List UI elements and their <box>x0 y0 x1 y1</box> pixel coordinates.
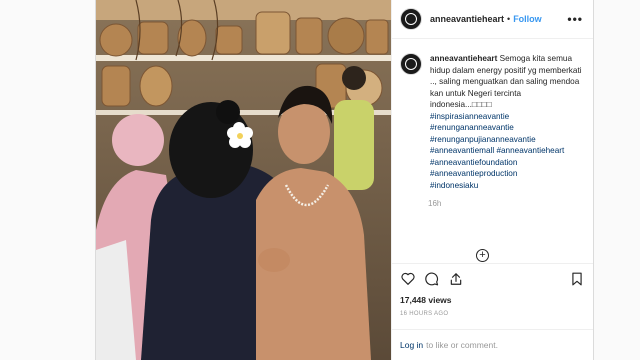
instagram-post: anneavantieheart • Follow ••• anneavanti… <box>95 0 594 360</box>
hashtag-link[interactable]: #anneavantiemall #anneavantieheart <box>430 145 582 157</box>
post-header: anneavantieheart • Follow ••• <box>392 0 593 39</box>
header-username[interactable]: anneavantieheart <box>430 14 504 24</box>
hashtag-link[interactable]: #indonesiaku <box>430 180 582 192</box>
caption-row: anneavantieheart Semoga kita semua hidup… <box>400 53 583 191</box>
bookmark-icon[interactable] <box>569 271 585 287</box>
login-prompt: Log in to like or comment. <box>392 329 593 360</box>
more-options-icon[interactable]: ••• <box>567 12 583 26</box>
comment-icon[interactable] <box>424 271 440 287</box>
follow-button[interactable]: Follow <box>513 14 542 24</box>
caption-avatar[interactable] <box>400 53 422 75</box>
post-media[interactable] <box>96 0 391 360</box>
load-more-comments-button[interactable]: + <box>476 249 489 262</box>
hashtag-list: #inspirasianneavantie #renungananneavant… <box>430 111 582 192</box>
hashtag-link[interactable]: #anneavantieproduction <box>430 168 582 180</box>
caption-text: anneavantieheart Semoga kita semua hidup… <box>430 53 582 191</box>
profile-avatar[interactable] <box>400 8 422 30</box>
caption-username[interactable]: anneavantieheart <box>430 54 497 63</box>
action-bar <box>392 263 593 293</box>
hashtag-link[interactable]: #renunganpujiananneavantie <box>430 134 582 146</box>
separator-dot: • <box>507 14 511 24</box>
page: anneavantieheart • Follow ••• anneavanti… <box>0 0 640 360</box>
post-photo <box>96 0 391 360</box>
hashtag-link[interactable]: #renungananneavantie <box>430 122 582 134</box>
post-timestamp: 16 HOURS AGO <box>400 311 449 317</box>
caption-area: anneavantieheart Semoga kita semua hidup… <box>392 39 593 263</box>
heart-icon[interactable] <box>400 271 416 287</box>
views-count[interactable]: 17,448 views <box>392 293 593 307</box>
hashtag-link[interactable]: #anneavantiefoundation <box>430 157 582 169</box>
share-icon[interactable] <box>448 271 464 287</box>
login-link[interactable]: Log in <box>400 340 423 350</box>
hashtag-link[interactable]: #inspirasianneavantie <box>430 111 582 123</box>
login-suffix: to like or comment. <box>426 340 498 350</box>
post-side-panel: anneavantieheart • Follow ••• anneavanti… <box>391 0 593 360</box>
caption-time: 16h <box>428 199 442 208</box>
